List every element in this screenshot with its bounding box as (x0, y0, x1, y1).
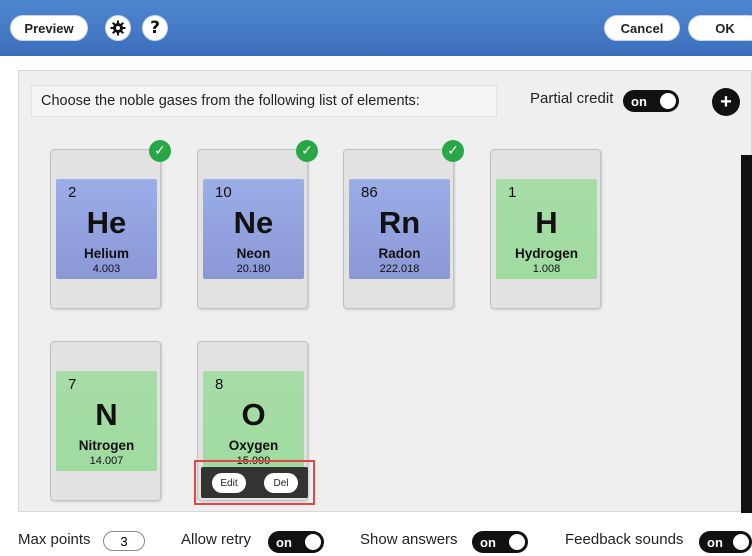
toggle-state-label: on (276, 534, 292, 550)
atomic-mass: 222.018 (379, 263, 420, 275)
element-card-radon[interactable]: 86 Rn Radon 222.018 (343, 149, 454, 309)
toggle-knob (733, 534, 749, 550)
atomic-number: 7 (68, 376, 77, 393)
gear-icon (110, 20, 126, 36)
element-card-neon[interactable]: 10 Ne Neon 20.180 (197, 149, 308, 309)
element-symbol: Rn (378, 205, 421, 240)
max-points-label: Max points (18, 531, 91, 548)
element-name: Hydrogen (514, 246, 578, 261)
allow-retry-toggle[interactable]: on (268, 531, 324, 553)
top-toolbar: Preview ? Cancel OK (0, 0, 752, 56)
cancel-button[interactable]: Cancel (604, 15, 680, 41)
atomic-mass: 20.180 (236, 263, 271, 275)
card-actions-bar: Edit Del (201, 467, 308, 498)
element-symbol: N (95, 397, 118, 432)
atomic-mass: 4.003 (92, 263, 121, 275)
side-panel-edge (741, 155, 752, 513)
feedback-sounds-label: Feedback sounds (565, 531, 684, 548)
toggle-state-label: on (707, 534, 723, 550)
element-symbol: Ne (233, 205, 274, 240)
element-card-nitrogen[interactable]: 7 N Nitrogen 14.007 (50, 341, 161, 501)
correct-check-icon: ✓ (296, 140, 318, 162)
settings-button[interactable] (105, 15, 131, 41)
toggle-state-label: on (480, 534, 496, 550)
partial-credit-toggle[interactable]: on (623, 90, 679, 112)
toggle-state-label: on (631, 93, 647, 109)
atomic-mass: 1.008 (532, 263, 561, 275)
element-name: Neon (236, 246, 271, 261)
atomic-number: 1 (508, 184, 517, 201)
max-points-input[interactable]: 3 (103, 531, 145, 551)
delete-button[interactable]: Del (264, 473, 298, 493)
add-item-button[interactable]: + (712, 88, 740, 116)
question-prompt[interactable]: Choose the noble gases from the followin… (31, 85, 497, 117)
ok-button[interactable]: OK (688, 15, 752, 41)
element-name: Helium (83, 246, 129, 261)
show-answers-label: Show answers (360, 531, 458, 548)
element-tile: 86 Rn Radon 222.018 (349, 179, 450, 279)
atomic-number: 8 (215, 376, 224, 393)
toggle-knob (305, 534, 321, 550)
show-answers-toggle[interactable]: on (472, 531, 528, 553)
feedback-sounds-toggle[interactable]: on (699, 531, 752, 553)
element-symbol: H (535, 205, 558, 240)
element-tile: 7 N Nitrogen 14.007 (56, 371, 157, 471)
correct-check-icon: ✓ (149, 140, 171, 162)
element-name: Oxygen (228, 438, 279, 453)
element-symbol: O (241, 397, 266, 432)
edit-button[interactable]: Edit (212, 473, 246, 493)
toggle-knob (660, 93, 676, 109)
help-button[interactable]: ? (142, 15, 168, 41)
element-tile: 10 Ne Neon 20.180 (203, 179, 304, 279)
correct-check-icon: ✓ (442, 140, 464, 162)
atomic-number: 10 (215, 184, 232, 201)
allow-retry-label: Allow retry (181, 531, 252, 548)
element-card-helium[interactable]: 2 He Helium 4.003 (50, 149, 161, 309)
element-symbol: He (86, 205, 127, 240)
element-tile: 8 O Oxygen 15.999 (203, 371, 304, 471)
atomic-number: 2 (68, 184, 77, 201)
element-name: Radon (378, 246, 421, 261)
atomic-number: 86 (361, 184, 378, 201)
element-name: Nitrogen (78, 438, 135, 453)
toggle-knob (509, 534, 525, 550)
card-actions-highlight: Edit Del (194, 460, 315, 505)
partial-credit-label: Partial credit (530, 90, 614, 107)
atomic-mass: 14.007 (89, 455, 124, 467)
element-card-hydrogen[interactable]: 1 H Hydrogen 1.008 (490, 149, 601, 309)
element-tile: 2 He Helium 4.003 (56, 179, 157, 279)
element-tile: 1 H Hydrogen 1.008 (496, 179, 597, 279)
preview-button[interactable]: Preview (10, 15, 88, 41)
